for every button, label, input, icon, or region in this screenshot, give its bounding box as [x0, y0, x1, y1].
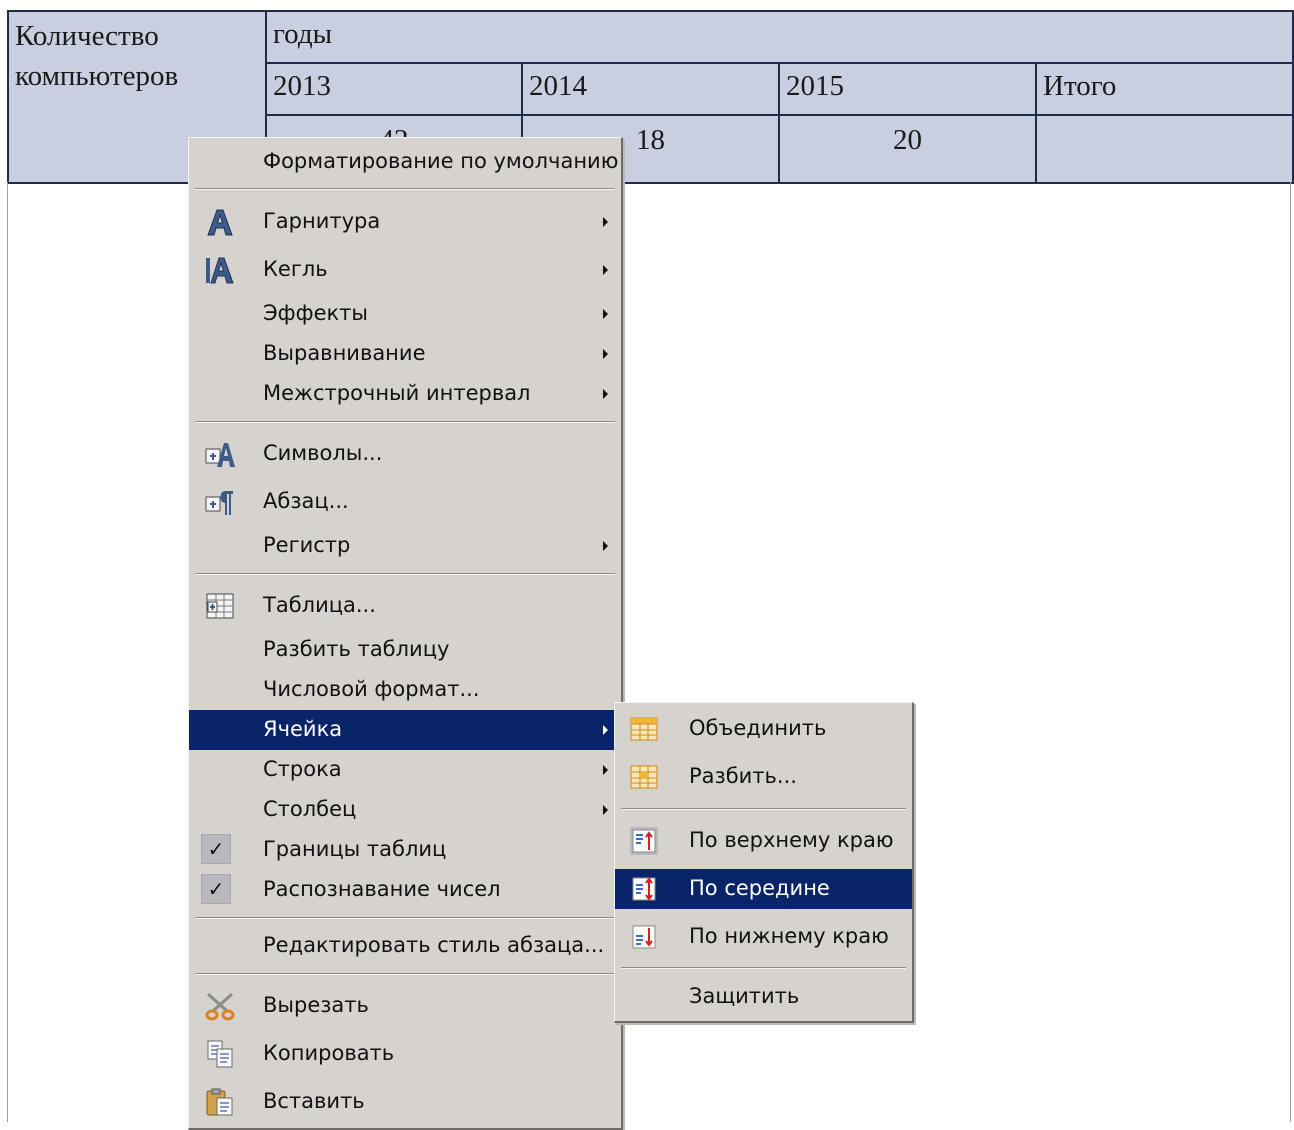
submenu-arrow-icon [603, 805, 608, 815]
menu-item-number-recognition[interactable]: ✓ Распознавание чисел [189, 870, 621, 910]
year-cell-2015[interactable]: 2015 [778, 62, 1037, 116]
menu-item-table-borders[interactable]: ✓ Границы таблиц [189, 830, 621, 870]
menu-separator [195, 973, 615, 975]
menu-item-cut[interactable]: Вырезать [189, 986, 621, 1026]
page-edge [1290, 182, 1291, 1122]
menu-item-case[interactable]: Регистр [189, 526, 621, 566]
copy-icon [207, 1040, 233, 1068]
submenu-item-align-middle[interactable]: По середине [615, 869, 912, 909]
year-cell-2014[interactable]: 2014 [521, 62, 780, 116]
table-icon [206, 593, 234, 619]
submenu-arrow-icon [603, 309, 608, 319]
menu-item-default-formatting[interactable]: Форматирование по умолчанию [189, 142, 621, 182]
menu-item-font-size[interactable]: Кегль [189, 250, 621, 290]
paste-icon [206, 1088, 233, 1116]
menu-item-paragraph[interactable]: Абзац... [189, 482, 621, 522]
menu-item-alignment[interactable]: Выравнивание [189, 334, 621, 374]
menu-item-row[interactable]: Строка [189, 750, 621, 790]
menu-item-font[interactable]: Гарнитура [189, 202, 621, 242]
cell-submenu: Объединить Разбить... По верхнему краю П… [614, 702, 914, 1023]
split-cells-icon [630, 765, 658, 789]
menu-item-number-format[interactable]: Числовой формат... [189, 670, 621, 710]
header-cell-years[interactable]: годы [264, 10, 1294, 64]
scissors-icon [205, 992, 235, 1021]
submenu-arrow-icon [603, 389, 608, 399]
menu-item-copy[interactable]: Копировать [189, 1034, 621, 1074]
total-value-cell[interactable] [1034, 114, 1294, 184]
menu-separator [195, 917, 615, 919]
menu-separator [195, 421, 615, 423]
context-menu: Форматирование по умолчанию Гарнитура Ке… [188, 137, 623, 1130]
character-icon [205, 443, 235, 467]
menu-item-split-table[interactable]: Разбить таблицу [189, 630, 621, 670]
menu-item-paste[interactable]: Вставить [189, 1082, 621, 1122]
menu-item-effects[interactable]: Эффекты [189, 294, 621, 334]
menu-separator [621, 808, 906, 810]
checkmark-icon: ✓ [201, 834, 231, 864]
submenu-item-split[interactable]: Разбить... [615, 757, 912, 797]
menu-separator [621, 967, 906, 969]
paragraph-icon [205, 491, 233, 515]
menu-item-edit-paragraph-style[interactable]: Редактировать стиль абзаца... [189, 926, 621, 966]
submenu-arrow-icon [603, 217, 608, 227]
menu-item-table[interactable]: Таблица... [189, 586, 621, 626]
menu-separator [195, 573, 615, 575]
menu-item-line-spacing[interactable]: Межстрочный интервал [189, 374, 621, 414]
merge-cells-icon [630, 717, 658, 741]
submenu-item-protect[interactable]: Защитить [615, 977, 912, 1017]
menu-separator [195, 188, 615, 190]
submenu-arrow-icon [603, 725, 608, 735]
align-middle-icon [632, 877, 656, 901]
submenu-item-align-top[interactable]: По верхнему краю [615, 821, 912, 861]
total-header-cell[interactable]: Итого [1034, 62, 1294, 116]
menu-item-characters[interactable]: Символы... [189, 434, 621, 474]
menu-item-column[interactable]: Столбец [189, 790, 621, 830]
page-edge [7, 182, 8, 1122]
year-cell-2013[interactable]: 2013 [265, 62, 523, 116]
checkmark-icon: ✓ [201, 874, 231, 904]
align-top-icon [630, 827, 658, 855]
submenu-item-merge[interactable]: Объединить [615, 709, 912, 749]
submenu-arrow-icon [603, 765, 608, 775]
submenu-arrow-icon [603, 349, 608, 359]
align-bottom-icon [632, 925, 656, 949]
font-size-icon [206, 257, 234, 284]
font-icon [207, 209, 233, 236]
menu-item-cell[interactable]: Ячейка [189, 710, 621, 750]
submenu-arrow-icon [603, 265, 608, 275]
value-cell-2015[interactable]: 20 [778, 114, 1037, 184]
submenu-item-align-bottom[interactable]: По нижнему краю [615, 917, 912, 957]
submenu-arrow-icon [603, 541, 608, 551]
